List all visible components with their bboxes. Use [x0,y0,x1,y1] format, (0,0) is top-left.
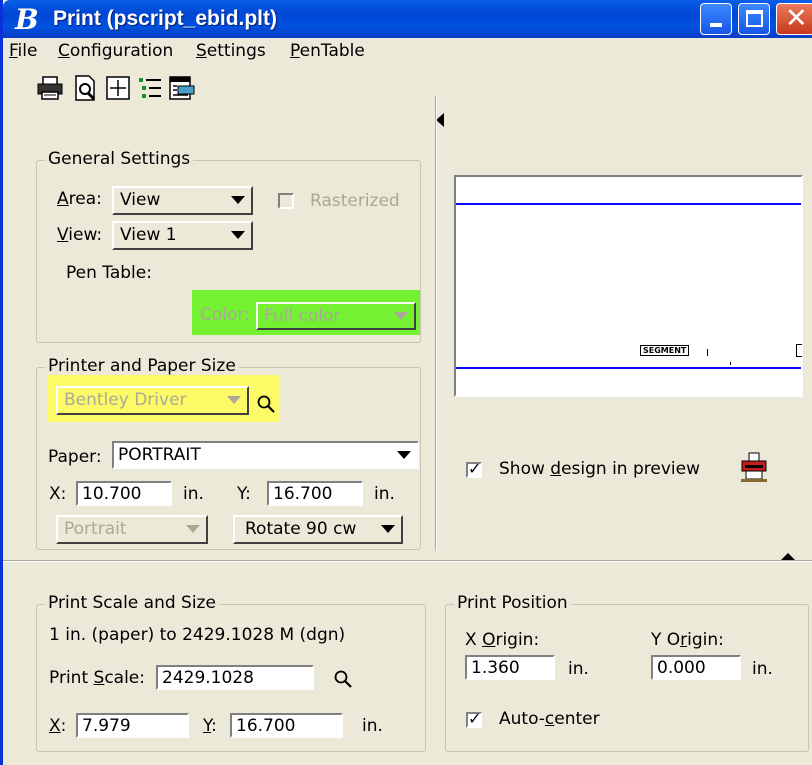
menu-configuration[interactable]: Configuration [58,41,173,61]
size-x-label: X: [49,716,67,736]
fit-area-icon[interactable] [104,74,132,102]
chevron-down-icon [381,525,395,533]
x-origin-unit: in. [568,659,589,679]
area-select[interactable]: View [112,186,253,215]
size-y-label: Y: [203,716,217,736]
rotation-select-value: Rotate 90 cw [245,519,357,539]
chevron-down-icon [397,451,411,459]
scale-description: 1 in. (paper) to 2429.1028 M (dgn) [49,625,346,645]
orientation-select-value: Portrait [64,519,127,539]
preview-bottom-border [456,367,801,369]
minimize-button[interactable] [700,3,732,35]
paper-x-input[interactable]: 10.700 [76,481,172,506]
x-origin-input[interactable]: 1.360 [465,655,555,680]
color-select-value: Full color [264,306,341,326]
scale-search-icon[interactable] [333,669,353,689]
close-icon: ✕ [785,3,808,34]
print-preview-settings-icon[interactable] [739,452,769,484]
printer-paper-title: Printer and Paper Size [45,356,239,376]
print-scale-title: Print Scale and Size [45,593,219,613]
vertical-splitter[interactable] [435,96,437,551]
paper-x-unit: in. [183,484,204,504]
view-label: View: [57,225,103,245]
y-origin-unit: in. [752,659,773,679]
preview-tick-mark [707,349,708,356]
y-origin-input[interactable]: 0.000 [651,655,741,680]
window-title: Print (pscript_ebid.plt) [53,7,278,30]
area-label: Area: [57,189,102,209]
paper-select-value: PORTRAIT [118,445,201,465]
chevron-down-icon [186,525,200,533]
menu-file[interactable]: File [9,41,37,61]
checkmark-icon: ✓ [468,709,482,728]
print-dialog-window: B Print (pscript_ebid.plt) ✕ File Config… [0,0,812,765]
driver-config-icon[interactable] [168,74,196,102]
paper-select[interactable]: PORTRAIT [112,441,419,469]
rasterized-label: Rasterized [310,191,400,211]
preview-top-border [456,203,801,205]
paper-x-label: X: [49,484,67,504]
close-button[interactable]: ✕ [776,3,812,35]
menu-bar: File Configuration Settings PenTable [3,38,812,64]
x-origin-value: 1.360 [471,658,520,678]
size-unit: in. [362,716,383,736]
chevron-down-icon [394,312,408,320]
size-x-value: 7.979 [82,716,131,736]
view-select-value: View 1 [120,225,177,245]
color-label: Color: [200,305,250,325]
orientation-select[interactable]: Portrait [56,515,208,544]
paper-label: Paper: [48,447,102,467]
color-select[interactable]: Full color [256,302,416,330]
paper-y-value: 16.700 [273,484,333,504]
maximize-icon [746,10,763,27]
maximize-button[interactable] [738,3,770,35]
print-scale-label: Print Scale: [49,668,145,688]
y-origin-label: Y Origin: [651,630,724,650]
printer-driver-select[interactable]: Bentley Driver [56,386,249,415]
menu-settings[interactable]: Settings [196,41,266,61]
title-bar[interactable]: B Print (pscript_ebid.plt) ✕ [3,0,812,38]
rasterized-checkbox[interactable] [278,193,294,209]
menu-pentable[interactable]: PenTable [290,41,365,61]
collapse-left-arrow-icon[interactable] [436,113,444,127]
chevron-down-icon [227,396,241,404]
size-x-input[interactable]: 7.979 [76,713,189,738]
size-y-value: 16.700 [236,716,296,736]
print-preview-area: SEGMENT [454,175,803,397]
printer-icon[interactable] [36,74,64,102]
horizontal-splitter[interactable] [3,560,812,562]
list-icon[interactable] [136,74,164,102]
print-scale-value: 2429.1028 [162,668,254,688]
paper-x-value: 10.700 [82,484,142,504]
preview-edge-mark [796,344,802,357]
print-preview-icon[interactable] [72,74,100,102]
auto-center-checkbox[interactable]: ✓ [466,709,482,728]
app-icon: B [15,3,39,36]
print-scale-input[interactable]: 2429.1028 [156,665,314,690]
show-design-label: Show design in preview [499,459,700,479]
preview-segment-label: SEGMENT [640,345,690,356]
rotation-select[interactable]: Rotate 90 cw [233,515,403,544]
show-design-checkbox[interactable]: ✓ [466,459,482,478]
checkmark-icon: ✓ [468,459,482,478]
paper-y-unit: in. [374,484,395,504]
print-position-title: Print Position [454,593,571,613]
pen-table-label: Pen Table: [66,263,152,283]
size-y-input[interactable]: 16.700 [230,713,343,738]
printer-search-icon[interactable] [256,394,276,414]
chevron-down-icon [231,196,245,204]
y-origin-value: 0.000 [657,658,706,678]
view-select[interactable]: View 1 [112,221,253,250]
preview-dot-mark [730,362,731,365]
x-origin-label: X Origin: [465,630,540,650]
auto-center-label: Auto-center [499,709,600,729]
printer-driver-value: Bentley Driver [64,390,187,410]
minimize-icon [710,23,722,27]
paper-y-label: Y: [237,484,251,504]
general-settings-title: General Settings [45,149,194,169]
chevron-down-icon [231,231,245,239]
area-select-value: View [120,190,161,210]
paper-y-input[interactable]: 16.700 [267,481,363,506]
